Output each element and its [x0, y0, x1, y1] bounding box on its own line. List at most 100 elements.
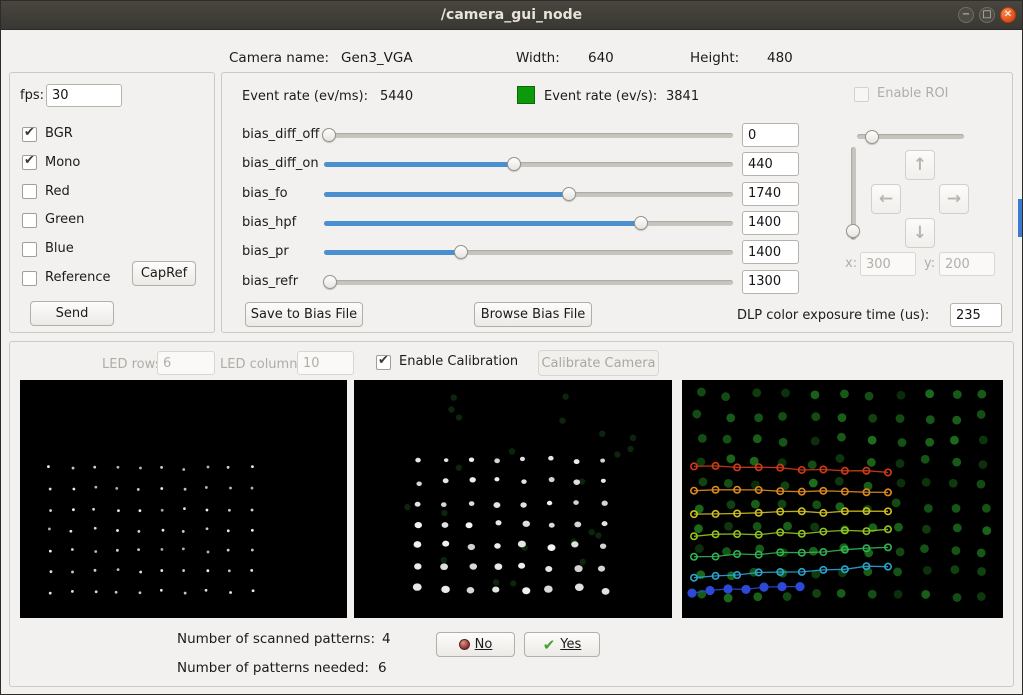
blue-checkbox[interactable]: Blue	[22, 240, 74, 258]
left-arrow-icon: ←	[878, 189, 894, 209]
enable-roi-label: Enable ROI	[877, 86, 949, 101]
bias_pr-slider[interactable]	[324, 250, 733, 256]
calibration-panel: LED rows LED columns Enable Calibration …	[9, 341, 1014, 687]
width-value: 640	[588, 50, 614, 66]
height-value: 480	[767, 50, 793, 66]
enable-roi-checkbox[interactable]: Enable ROI	[854, 85, 949, 103]
bias_diff_off-label: bias_diff_off	[242, 127, 320, 142]
dlp-exposure-label: DLP color exposure time (us):	[737, 308, 930, 323]
roi-left-button[interactable]: ←	[871, 184, 901, 214]
roi-h-slider-handle[interactable]	[865, 130, 879, 144]
browse-bias-button[interactable]: Browse Bias File	[474, 302, 592, 327]
led-rows-label: LED rows	[102, 357, 163, 372]
red-checkbox[interactable]: Red	[22, 183, 70, 201]
bias-slider-row-bias_hpf: bias_hpf	[222, 210, 822, 236]
mono-checkbox-box[interactable]	[22, 153, 37, 171]
camera-image-raw	[20, 380, 347, 618]
maximize-icon[interactable]: □	[979, 7, 995, 23]
blue-checkbox-box[interactable]	[22, 241, 37, 257]
roi-v-slider-handle[interactable]	[846, 224, 860, 238]
titlebar[interactable]: /camera_gui_node − □ ✕	[1, 1, 1022, 30]
bias_hpf-value-input[interactable]	[742, 210, 799, 235]
bias_diff_on-slider-handle[interactable]	[507, 157, 522, 172]
minimize-icon[interactable]: −	[958, 7, 974, 23]
bias-slider-row-bias_pr: bias_pr	[222, 239, 822, 265]
close-icon[interactable]: ✕	[1000, 7, 1016, 23]
bias_diff_on-value-input[interactable]	[742, 152, 799, 177]
camera-name-value: Gen3_VGA	[341, 50, 413, 66]
bias_fo-slider-handle[interactable]	[562, 186, 577, 201]
reference-checkbox-label: Reference	[45, 270, 111, 285]
bias_diff_on-slider[interactable]	[324, 162, 733, 168]
red-checkbox-box[interactable]	[22, 184, 37, 200]
bias-slider-row-bias_diff_on: bias_diff_on	[222, 151, 822, 177]
roi-x-label: x:	[845, 256, 858, 271]
roi-x-input[interactable]	[860, 252, 916, 276]
dlp-exposure-input[interactable]	[950, 303, 1002, 327]
enable-calibration-checkbox[interactable]: Enable Calibration	[376, 353, 518, 371]
roi-y-input[interactable]	[939, 252, 995, 276]
bias_pr-slider-handle[interactable]	[454, 245, 468, 260]
up-arrow-icon: ↑	[912, 155, 928, 175]
bias_hpf-slider[interactable]	[324, 220, 733, 226]
bias_diff_off-value-input[interactable]	[742, 123, 799, 147]
event-rate-ms-value: 5440	[380, 89, 414, 104]
reference-checkbox[interactable]: Reference	[22, 269, 110, 287]
green-checkbox-box[interactable]	[22, 212, 37, 228]
camera-gui-window: /camera_gui_node − □ ✕ Camera name: Gen3…	[0, 0, 1023, 695]
led-columns-input[interactable]	[297, 351, 354, 375]
bias_diff_off-slider-handle[interactable]	[321, 128, 336, 142]
calibrate-camera-button[interactable]: Calibrate Camera	[538, 350, 659, 376]
bias_pr-label: bias_pr	[242, 244, 289, 260]
bias_refr-slider[interactable]	[324, 279, 733, 285]
bias_refr-label: bias_refr	[242, 273, 299, 289]
bgr-checkbox[interactable]: BGR	[22, 125, 73, 143]
bias_refr-slider-handle[interactable]	[323, 274, 338, 289]
screen-edge-artifact	[1018, 199, 1022, 237]
height-label: Height:	[690, 50, 740, 66]
bias_diff_on-slider-fill	[324, 162, 515, 168]
camera-image-calibration	[682, 380, 1003, 618]
bias_fo-label: bias_fo	[242, 185, 288, 201]
send-button[interactable]: Send	[30, 301, 114, 326]
bias_refr-value-input[interactable]	[742, 269, 799, 294]
roi-down-button[interactable]: ↓	[905, 218, 935, 248]
scanned-patterns-label: Number of scanned patterns:	[177, 631, 376, 647]
scanned-patterns-value: 4	[382, 631, 391, 647]
width-label: Width:	[516, 50, 560, 66]
reference-checkbox-box[interactable]	[22, 270, 37, 286]
window-title: /camera_gui_node	[440, 7, 583, 23]
fps-label: fps:	[20, 88, 44, 103]
camera-image-threshold	[354, 380, 672, 618]
bias_pr-value-input[interactable]	[742, 240, 799, 265]
bias_diff_off-slider[interactable]	[324, 133, 733, 138]
bias_hpf-slider-handle[interactable]	[633, 215, 648, 230]
enable-roi-checkbox-box[interactable]	[854, 86, 869, 102]
bias_diff_on-label: bias_diff_on	[242, 156, 319, 172]
roi-right-button[interactable]: →	[939, 184, 969, 214]
down-arrow-icon: ↓	[912, 223, 928, 243]
bias_fo-slider[interactable]	[324, 191, 733, 197]
yes-icon: ✔	[542, 635, 556, 654]
needed-patterns-value: 6	[378, 660, 387, 676]
yes-button[interactable]: ✔ Yes	[524, 632, 600, 657]
yes-button-label: Yes	[560, 637, 582, 652]
capture-settings-panel: fps: BGR Mono Red Green Blue Reference CapRef…	[9, 72, 215, 333]
green-checkbox[interactable]: Green	[22, 211, 84, 229]
red-checkbox-label: Red	[45, 183, 70, 199]
capref-button[interactable]: CapRef	[132, 261, 196, 286]
mono-checkbox[interactable]: Mono	[22, 153, 81, 172]
roi-up-button[interactable]: ↑	[905, 150, 935, 180]
mono-checkbox-label: Mono	[45, 154, 81, 170]
bgr-checkbox-box[interactable]	[22, 125, 37, 142]
bias-panel: Event rate (ev/ms): 5440 Event rate (ev/…	[221, 72, 1013, 333]
led-rows-input[interactable]	[157, 351, 215, 375]
bias-slider-row-bias_diff_off: bias_diff_off	[222, 122, 822, 148]
fps-input[interactable]	[46, 84, 122, 107]
bias-slider-row-bias_refr: bias_refr	[222, 269, 822, 295]
enable-calibration-checkbox-box[interactable]	[376, 353, 391, 370]
bias_fo-value-input[interactable]	[742, 181, 799, 206]
no-icon	[458, 639, 470, 650]
save-bias-button[interactable]: Save to Bias File	[245, 302, 363, 327]
no-button[interactable]: No	[436, 632, 515, 657]
